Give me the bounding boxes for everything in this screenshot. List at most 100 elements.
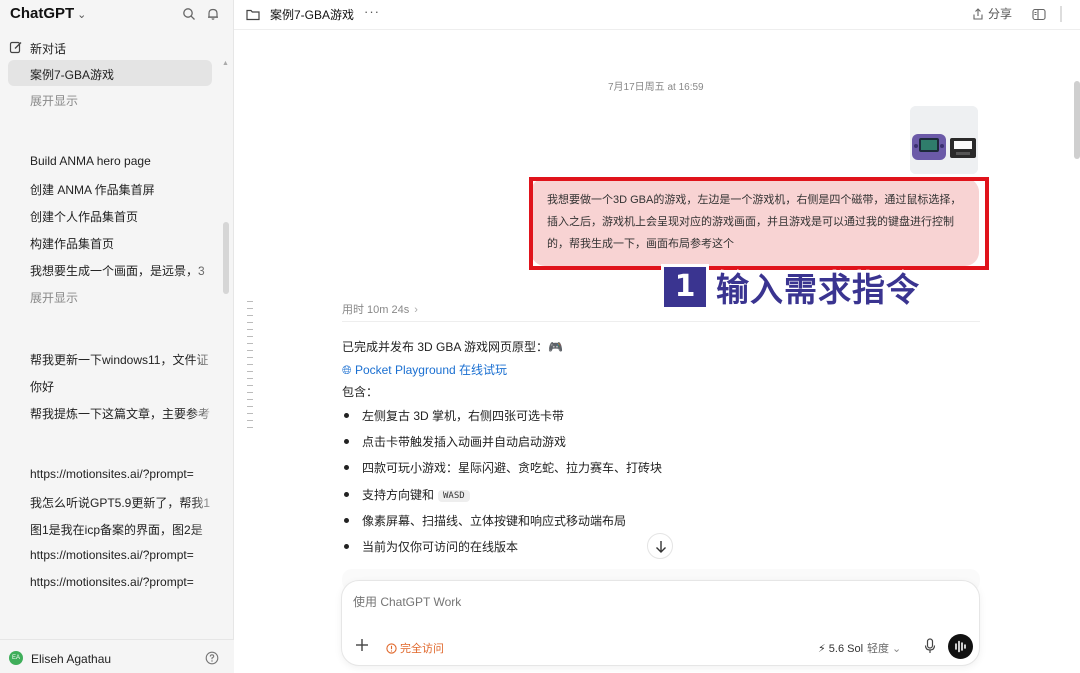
share-button[interactable]: 分享 [972, 5, 1012, 22]
show-more-link[interactable]: 展开显示 [0, 283, 222, 309]
panel-toggle-icon[interactable] [1032, 8, 1046, 21]
sidebar-item-label: https://motionsites.ai/?prompt= [30, 575, 194, 589]
bullet-dot [344, 413, 349, 418]
sidebar-item[interactable]: 我想要生成一个画面，是远景，3 [0, 256, 222, 282]
list-item-text: 四款可玩小游戏：星际闪避、贪吃蛇、拉力赛车、打砖块 [362, 459, 662, 476]
right-edge-handle[interactable] [1060, 6, 1074, 22]
sidebar-item[interactable]: 构建作品集首页 [0, 229, 222, 255]
sidebar-item-label: 构建作品集首页 [30, 237, 115, 251]
effort-label: 轻度 [867, 643, 890, 655]
sidebar-item-label: 帮我提炼一下这篇文章，主要参考 [30, 407, 211, 421]
message-timestamp: 7月17日周五 at 16:59 [608, 82, 704, 93]
sidebar-item[interactable]: https://motionsites.ai/?prompt= [0, 542, 222, 568]
list-item-text: 点击卡带触发插入动画并自动启动游戏 [362, 433, 566, 450]
sidebar-item[interactable]: 你好 [0, 372, 222, 398]
message-input[interactable] [353, 595, 873, 609]
chevron-down-icon: ⌄ [77, 9, 87, 21]
waveform-icon [955, 640, 966, 653]
list-item-label: 支持方向键和 [362, 488, 435, 502]
model-selector[interactable]: ⚡︎ 5.6 Sol 轻度 ⌄ [818, 640, 901, 656]
list-item-label: 左侧复古 3D 掌机，右侧四张可选卡带 [362, 409, 565, 423]
conversation-scrollbar[interactable] [1074, 81, 1080, 159]
share-label: 分享 [988, 7, 1013, 21]
list-item-text: 左侧复古 3D 掌机，右侧四张可选卡带 [362, 407, 564, 424]
sidebar-item-label: 展开显示 [30, 94, 79, 108]
attached-image-thumbnail[interactable] [910, 106, 978, 174]
more-options-button[interactable]: ··· [364, 4, 380, 19]
search-icon[interactable] [182, 7, 196, 21]
plus-icon[interactable] [354, 637, 370, 653]
sidebar-item-label: 展开显示 [30, 291, 79, 305]
sidebar-scrollbar[interactable] [223, 222, 229, 294]
text-fade [192, 148, 222, 174]
conversation-area: 7月17日周五 at 16:59 我想要做一个3D GBA的游戏，左边是一个游戏… [234, 31, 1080, 673]
bullet-dot [344, 518, 349, 523]
arrow-down-icon [656, 541, 666, 553]
sidebar-item-label: 我怎么听说GPT5.9更新了，帮我1 [30, 496, 211, 510]
divider [342, 321, 980, 322]
access-mode-button[interactable]: 完全访问 [386, 640, 444, 656]
scroll-down-button[interactable] [647, 533, 673, 559]
voice-mode-button[interactable] [948, 634, 973, 659]
list-item-text: 当前为仅你可访问的在线版本 [362, 538, 518, 555]
microphone-icon[interactable] [924, 638, 936, 654]
elapsed-time-toggle[interactable]: 用时 10m 24s › [342, 301, 418, 317]
sidebar-item[interactable]: 我怎么听说GPT5.9更新了，帮我1 [0, 488, 222, 514]
avatar[interactable]: EA [9, 651, 23, 665]
sidebar-item-label: 我想要生成一个画面，是远景，3 [30, 264, 205, 278]
sidebar-item[interactable]: 帮我提炼一下这篇文章，主要参考 [0, 399, 222, 425]
message-composer: 完全访问 ⚡︎ 5.6 Sol轻度⌄ [341, 580, 980, 666]
bullet-dot [344, 544, 349, 549]
text-fade [192, 256, 222, 282]
playground-link-label: Pocket Playground 在线试玩 [354, 363, 508, 377]
edit-icon [9, 41, 22, 54]
gba-reference-image [910, 106, 978, 174]
share-icon [973, 8, 983, 20]
scroll-up-arrow[interactable]: ▲ [222, 60, 229, 67]
reply-intro: 已完成并发布 3D GBA 游戏网页原型：🎮 [342, 340, 563, 354]
folder-icon [246, 9, 260, 21]
show-more-link[interactable]: 展开显示 [0, 86, 222, 112]
annotation-step-label: 输入需求指令 [716, 271, 920, 308]
text-fade [192, 569, 222, 595]
sidebar-item-label: 你好 [30, 380, 55, 394]
sidebar-item-label: Build ANMA hero page [30, 154, 151, 168]
inline-code: WASD [438, 490, 470, 502]
sidebar-item[interactable]: https://motionsites.ai/?prompt= [0, 569, 222, 595]
sidebar-item-label: 创建 ANMA 作品集首屏 [30, 183, 155, 197]
bell-icon[interactable] [206, 7, 220, 21]
sidebar-item-label: 图1是我在icp备案的界面，图2是 [30, 523, 203, 537]
annotation-highlight-box [529, 177, 989, 270]
list-item-text: 像素屏幕、扫描线、立体按键和响应式移动端布局 [362, 512, 626, 529]
text-fade [192, 372, 222, 398]
help-icon[interactable] [205, 651, 219, 665]
sidebar-item[interactable]: Build ANMA hero page [0, 148, 222, 174]
annotation-step-badge: 1 [661, 264, 709, 310]
user-name[interactable]: Eliseh Agathau [31, 652, 111, 666]
sidebar-footer: EA Eliseh Agathau [0, 639, 234, 673]
access-mode-label: 完全访问 [400, 643, 444, 655]
globe-icon: 🌐︎ [342, 363, 355, 377]
chat-title[interactable]: 案例7-GBA游戏 [270, 6, 354, 23]
scroll-track-dots [247, 301, 253, 431]
sidebar-item[interactable]: 创建 ANMA 作品集首屏 [0, 175, 222, 201]
sidebar-item[interactable]: https://motionsites.ai/?prompt= [0, 461, 222, 487]
list-item-text: 支持方向键和 WASD [362, 486, 470, 503]
new-chat-button[interactable]: 新对话 [0, 34, 222, 60]
text-fade [192, 345, 222, 371]
sidebar-item[interactable]: 创建个人作品集首页 [0, 202, 222, 228]
text-fade [192, 202, 222, 228]
playground-link[interactable]: 🌐︎ Pocket Playground 在线试玩 [342, 361, 507, 378]
sidebar-item-label: https://motionsites.ai/?prompt= [30, 548, 194, 562]
sidebar-item[interactable]: 图1是我在icp备案的界面，图2是 [0, 515, 222, 541]
sidebar-item-label: 创建个人作品集首页 [30, 210, 139, 224]
text-fade [192, 542, 222, 568]
sidebar-item-label: 帮我更新一下windows11，文件证 [30, 353, 209, 367]
sidebar-list: 新对话案例7-GBA游戏展开显示个人网站Build ANMA hero page… [0, 34, 234, 638]
chevron-down-icon: ⌄ [892, 643, 902, 655]
bullet-dot [344, 439, 349, 444]
contains-label: 包含： [342, 385, 379, 399]
sidebar-item[interactable]: 案例7-GBA游戏 [8, 60, 212, 86]
app-switcher[interactable]: ChatGPT ⌄ [10, 5, 86, 22]
sidebar-item[interactable]: 帮我更新一下windows11，文件证 [0, 345, 222, 371]
